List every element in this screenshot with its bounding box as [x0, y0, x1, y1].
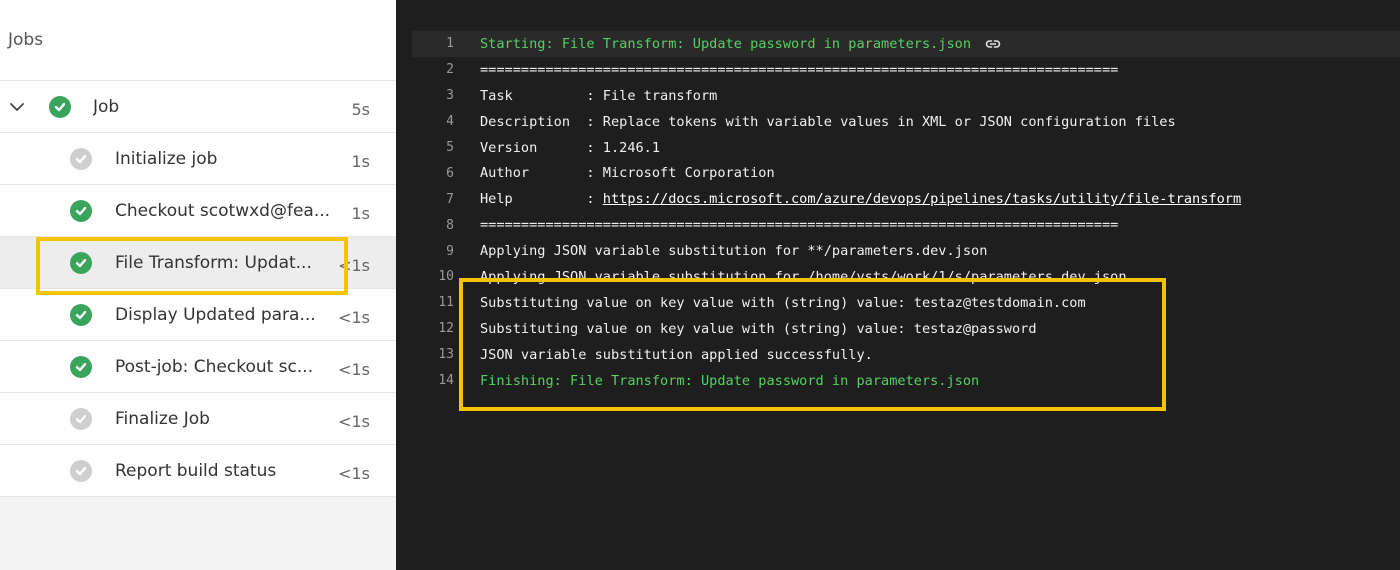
- step-label: Display Updated para...: [115, 304, 316, 325]
- help-prefix: Help :: [480, 191, 603, 208]
- step-duration: <1s: [338, 308, 370, 327]
- log-output: 1 Starting: File Transform: Update passw…: [412, 31, 1400, 393]
- line-number: 8: [446, 217, 454, 233]
- step-label: Finalize Job: [115, 408, 210, 429]
- line-number: 6: [446, 165, 454, 181]
- step-label: Initialize job: [115, 148, 218, 169]
- log-line: 5 Version : 1.246.1: [412, 135, 1400, 161]
- log-line-text: Starting: File Transform: Update passwor…: [480, 35, 972, 52]
- line-number: 9: [446, 243, 454, 259]
- skipped-check-icon: [70, 408, 92, 430]
- log-line: 7 Help : https://docs.microsoft.com/azur…: [412, 186, 1400, 212]
- log-line-text: Substituting value on key value with (st…: [480, 320, 1037, 337]
- log-line: 14 Finishing: File Transform: Update pas…: [412, 368, 1400, 394]
- pipeline-run-view: Jobs Job 5s Initialize job 1s Checkout s…: [0, 0, 1400, 570]
- chevron-down-icon[interactable]: [8, 98, 26, 116]
- log-line-text: Applying JSON variable substitution for …: [480, 243, 988, 260]
- log-line-text: Applying JSON variable substitution for …: [480, 268, 1127, 285]
- step-duration: <1s: [338, 360, 370, 379]
- step-row-checkout[interactable]: Checkout scotwxd@fea... 1s: [0, 185, 396, 237]
- line-number: 5: [446, 140, 454, 155]
- line-number: 10: [438, 269, 454, 285]
- log-line-text: Version : 1.246.1: [480, 139, 661, 156]
- success-check-icon: [70, 200, 92, 222]
- log-line-text: Task : File transform: [480, 87, 718, 104]
- log-line-text: JSON variable substitution applied succe…: [480, 346, 873, 363]
- step-duration: <1s: [338, 256, 370, 275]
- log-line-text: ========================================…: [480, 217, 1119, 234]
- success-check-icon: [70, 356, 92, 378]
- log-line: 13 JSON variable substitution applied su…: [412, 342, 1400, 368]
- step-row-display-updated[interactable]: Display Updated para... <1s: [0, 289, 396, 341]
- log-line: 4 Description : Replace tokens with vari…: [412, 109, 1400, 135]
- job-label: Job: [93, 96, 120, 117]
- step-row-file-transform[interactable]: File Transform: Updat... <1s: [0, 237, 396, 289]
- log-line-text: Description : Replace tokens with variab…: [480, 113, 1176, 130]
- log-line-text: Finishing: File Transform: Update passwo…: [480, 372, 980, 389]
- log-line-text: Help : https://docs.microsoft.com/azure/…: [480, 191, 1241, 207]
- log-line: 11 Substituting value on key value with …: [412, 290, 1400, 316]
- job-row[interactable]: Job 5s: [0, 81, 396, 133]
- step-duration: <1s: [338, 464, 370, 483]
- log-line: 10 Applying JSON variable substitution f…: [412, 264, 1400, 290]
- log-panel: 1 Starting: File Transform: Update passw…: [397, 0, 1400, 570]
- step-label: Post-job: Checkout sc...: [115, 356, 314, 377]
- success-check-icon: [70, 252, 92, 274]
- skipped-check-icon: [70, 148, 92, 170]
- line-number: 1: [446, 36, 454, 52]
- log-line: 6 Author : Microsoft Corporation: [412, 160, 1400, 186]
- line-number: 7: [446, 191, 454, 207]
- line-number: 11: [438, 295, 454, 311]
- skipped-check-icon: [70, 460, 92, 482]
- log-line: 3 Task : File transform: [412, 83, 1400, 109]
- log-line: 1 Starting: File Transform: Update passw…: [412, 31, 1400, 57]
- step-row-initialize-job[interactable]: Initialize job 1s: [0, 133, 396, 185]
- line-number: 3: [446, 88, 454, 104]
- step-label: Checkout scotwxd@fea...: [115, 200, 331, 221]
- jobs-list: Jobs Job 5s Initialize job 1s Checkout s…: [0, 0, 396, 497]
- step-duration: <1s: [338, 412, 370, 431]
- line-number: 14: [438, 373, 454, 389]
- step-label: File Transform: Updat...: [115, 252, 312, 273]
- step-label: Report build status: [115, 460, 277, 481]
- line-number: 12: [438, 321, 454, 337]
- jobs-title: Jobs: [8, 30, 44, 50]
- log-line-text: Author : Microsoft Corporation: [480, 165, 775, 182]
- jobs-panel: Jobs Job 5s Initialize job 1s Checkout s…: [0, 0, 397, 570]
- job-duration: 5s: [351, 100, 370, 119]
- log-line: 2 ======================================…: [412, 57, 1400, 83]
- log-line: 8 ======================================…: [412, 212, 1400, 238]
- link-icon[interactable]: [985, 38, 1001, 50]
- success-check-icon: [49, 96, 71, 118]
- line-number: 4: [446, 114, 454, 130]
- step-duration: 1s: [351, 204, 370, 223]
- line-number: 2: [446, 62, 454, 78]
- step-row-finalize-job[interactable]: Finalize Job <1s: [0, 393, 396, 445]
- step-duration: 1s: [351, 152, 370, 171]
- jobs-header: Jobs: [0, 0, 396, 81]
- success-check-icon: [70, 304, 92, 326]
- step-row-post-job-checkout[interactable]: Post-job: Checkout sc... <1s: [0, 341, 396, 393]
- log-line-text: Substituting value on key value with (st…: [480, 294, 1086, 311]
- log-line-text: ========================================…: [480, 61, 1119, 78]
- line-number: 13: [438, 347, 454, 363]
- log-line: 9 Applying JSON variable substitution fo…: [412, 238, 1400, 264]
- log-line: 12 Substituting value on key value with …: [412, 316, 1400, 342]
- step-row-report-build-status[interactable]: Report build status <1s: [0, 445, 396, 497]
- help-link[interactable]: https://docs.microsoft.com/azure/devops/…: [603, 191, 1241, 207]
